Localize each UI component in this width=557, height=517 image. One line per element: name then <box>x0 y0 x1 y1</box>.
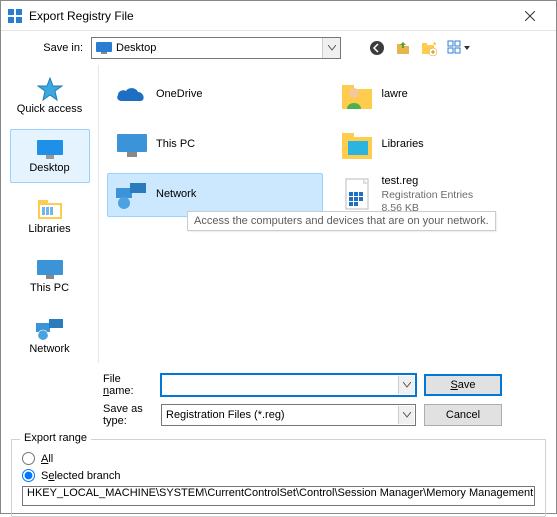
file-listing[interactable]: OneDrive lawre This PC Libraries <box>99 65 556 363</box>
export-selected-branch-radio[interactable]: Selected branch <box>22 469 535 482</box>
chevron-down-icon[interactable] <box>398 406 414 424</box>
save-as-type-combo[interactable]: Registration Files (*.reg) <box>161 404 416 426</box>
up-level-icon[interactable] <box>395 40 411 56</box>
sidebar-item-network[interactable]: Network <box>10 309 90 363</box>
file-item[interactable]: This PC <box>107 123 323 167</box>
new-folder-icon[interactable] <box>421 40 437 56</box>
sidebar-item-desktop[interactable]: Desktop <box>10 129 90 183</box>
quick-access-icon <box>37 77 63 101</box>
window-title: Export Registry File <box>29 9 510 23</box>
this-pc-icon <box>35 258 65 280</box>
onedrive-icon <box>112 83 152 107</box>
chevron-down-icon[interactable] <box>398 376 414 394</box>
branch-path-input[interactable]: HKEY_LOCAL_MACHINE\SYSTEM\CurrentControl… <box>22 486 535 506</box>
chevron-down-icon[interactable] <box>322 38 340 58</box>
filename-input[interactable] <box>161 374 416 396</box>
file-item[interactable]: lawre <box>333 73 549 117</box>
this-pc-icon <box>112 131 152 159</box>
libraries-icon <box>36 197 64 221</box>
user-folder-icon <box>338 79 378 111</box>
save-in-label: Save in: <box>13 42 83 54</box>
network-icon <box>35 317 65 341</box>
export-all-radio[interactable]: All <box>22 452 535 465</box>
libraries-folder-icon <box>338 129 378 161</box>
sidebar-item-this-pc[interactable]: This PC <box>10 249 90 303</box>
form-area: File name: Save Save as type: Registrati… <box>1 363 556 431</box>
save-in-combo[interactable]: Desktop <box>91 37 341 59</box>
view-menu-icon[interactable] <box>447 40 471 56</box>
sidebar-item-quick-access[interactable]: Quick access <box>10 69 90 123</box>
titlebar: Export Registry File <box>1 1 556 31</box>
export-range-legend: Export range <box>20 432 91 444</box>
sidebar-item-libraries[interactable]: Libraries <box>10 189 90 243</box>
cancel-button[interactable]: Cancel <box>424 404 502 426</box>
save-in-value: Desktop <box>116 42 156 54</box>
save-as-type-label: Save as type: <box>13 403 153 427</box>
toolbar <box>369 40 471 56</box>
filename-label: File name: <box>13 373 153 397</box>
app-icon <box>7 8 23 24</box>
export-range-group: Export range All Selected branch HKEY_LO… <box>11 439 546 517</box>
main-area: Quick access Desktop Libraries This PC N… <box>1 65 556 363</box>
back-icon[interactable] <box>369 40 385 56</box>
desktop-icon <box>96 42 112 54</box>
network-icon <box>112 180 152 210</box>
places-sidebar: Quick access Desktop Libraries This PC N… <box>1 65 99 363</box>
tooltip: Access the computers and devices that ar… <box>187 211 496 231</box>
reg-file-icon <box>338 178 378 212</box>
file-item[interactable]: Libraries <box>333 123 549 167</box>
save-in-row: Save in: Desktop <box>1 31 556 65</box>
close-button[interactable] <box>510 1 550 31</box>
file-item[interactable]: OneDrive <box>107 73 323 117</box>
save-button[interactable]: Save <box>424 374 502 396</box>
desktop-icon <box>35 138 65 160</box>
